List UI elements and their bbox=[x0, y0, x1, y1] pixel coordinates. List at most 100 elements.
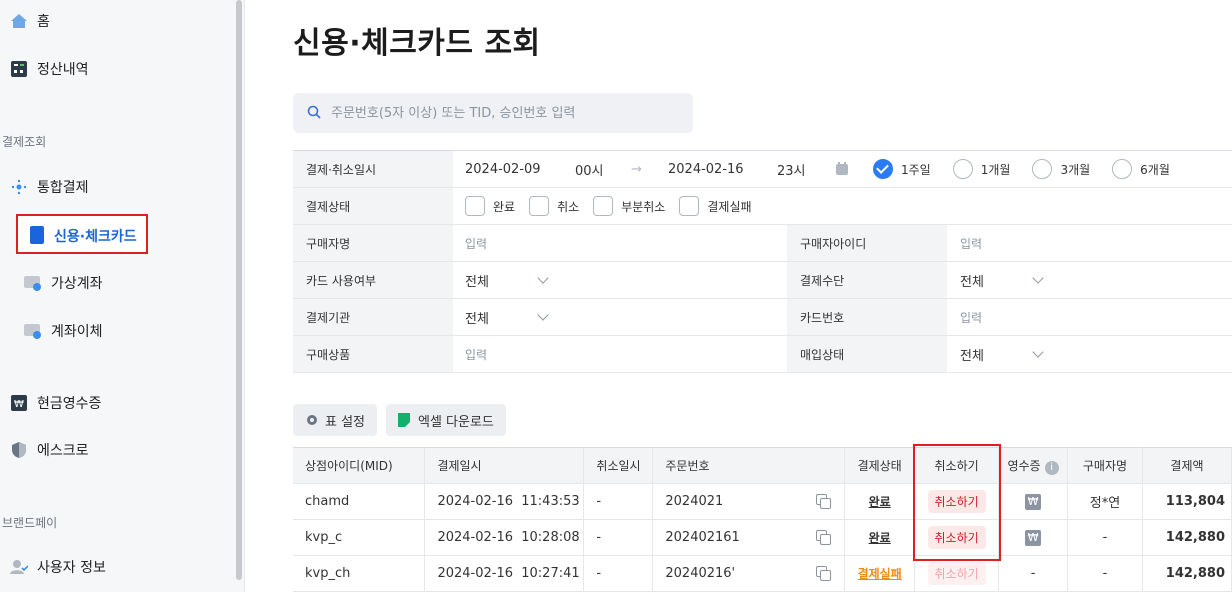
transfer-icon bbox=[24, 322, 42, 340]
cell-cancelled-at: - bbox=[583, 519, 654, 556]
start-date-field[interactable]: 2024-02-09 bbox=[465, 151, 541, 187]
receipt-icon[interactable]: ₩ bbox=[1025, 493, 1042, 510]
filter-label-payment-method: 결제수단 bbox=[787, 262, 947, 298]
filter-label-issuer: 결제기관 bbox=[293, 299, 453, 335]
calendar-icon[interactable] bbox=[835, 151, 849, 187]
chevron-down-icon bbox=[537, 272, 549, 284]
filter-row-issuer: 결제기관 전체 카드번호 입력 bbox=[293, 299, 1232, 336]
card-number-input[interactable]: 입력 bbox=[960, 299, 982, 335]
sidebar-item-cash-receipt[interactable]: ₩ 현금영수증 bbox=[10, 388, 101, 418]
cell-receipt: ₩ bbox=[998, 483, 1069, 520]
sidebar-item-home[interactable]: 홈 bbox=[10, 6, 50, 36]
col-header-paid-at[interactable]: 결제일시 bbox=[424, 447, 585, 484]
buyer-name-input[interactable]: 입력 bbox=[465, 225, 487, 261]
sidebar-item-label: 홈 bbox=[37, 14, 50, 30]
cell-paid-at: 2024-02-16 10:27:41 bbox=[424, 555, 585, 592]
cancel-button[interactable]: 취소하기 bbox=[927, 526, 986, 549]
sidebar-item-label: 통합결제 bbox=[37, 180, 89, 196]
virtual-account-icon bbox=[24, 274, 42, 292]
end-hour-select[interactable]: 23시 bbox=[777, 151, 806, 187]
range-radio-1month[interactable]: 1개월 bbox=[952, 159, 1010, 179]
status-link[interactable]: 완료 bbox=[869, 531, 891, 545]
table-row[interactable]: kvp_ch 2024-02-16 10:27:41 - 20240216' 결… bbox=[293, 555, 1232, 592]
col-header-cancel[interactable]: 취소하기 bbox=[914, 447, 1000, 484]
status-checkbox-cancel[interactable]: 취소 bbox=[529, 196, 579, 216]
range-radio-1week[interactable]: 1주일 bbox=[873, 159, 931, 179]
chevron-down-icon bbox=[1032, 346, 1044, 358]
copy-icon[interactable] bbox=[816, 494, 832, 509]
sidebar-item-label: 사용자 정보 bbox=[37, 560, 106, 576]
section-label-brandpay: 브랜드페이 bbox=[2, 516, 58, 530]
col-header-status[interactable]: 결제상태 bbox=[844, 447, 916, 484]
start-hour-select[interactable]: 00시 bbox=[575, 151, 604, 187]
purchase-status-select[interactable]: 전체 bbox=[960, 336, 1044, 372]
filter-label-card-number: 카드번호 bbox=[787, 299, 947, 335]
table-row[interactable]: chamd 2024-02-16 11:43:53 - 2024021 완료 취… bbox=[293, 483, 1232, 520]
col-header-mid[interactable]: 상점아이디(MID) bbox=[293, 447, 426, 484]
status-link[interactable]: 결제실패 bbox=[858, 567, 902, 581]
svg-text:₩: ₩ bbox=[14, 399, 24, 410]
cell-buyer: - bbox=[1067, 519, 1143, 556]
cell-receipt: - bbox=[998, 555, 1069, 592]
col-header-amount[interactable]: 결제액 bbox=[1142, 447, 1232, 484]
card-icon bbox=[30, 226, 44, 244]
sidebar-item-label: 에스크로 bbox=[37, 443, 89, 459]
cancel-button[interactable]: 취소하기 bbox=[927, 490, 986, 513]
copy-icon[interactable] bbox=[816, 530, 832, 545]
sidebar-item-card[interactable]: 신용·체크카드 bbox=[16, 214, 148, 254]
copy-icon[interactable] bbox=[816, 566, 832, 581]
sparkle-icon bbox=[10, 178, 28, 196]
cancel-button-disabled: 취소하기 bbox=[927, 562, 986, 585]
calculator-icon bbox=[10, 60, 28, 78]
end-date-field[interactable]: 2024-02-16 bbox=[668, 151, 744, 187]
product-input[interactable]: 입력 bbox=[465, 336, 487, 372]
search-icon bbox=[307, 104, 321, 123]
status-link[interactable]: 완료 bbox=[869, 495, 891, 509]
sidebar-item-escrow[interactable]: 에스크로 bbox=[10, 435, 89, 465]
range-radio-6month[interactable]: 6개월 bbox=[1112, 159, 1170, 179]
range-radio-3month[interactable]: 3개월 bbox=[1032, 159, 1090, 179]
receipt-icon: ₩ bbox=[10, 394, 28, 412]
filter-row-product: 구매상품 입력 매입상태 전체 bbox=[293, 336, 1232, 373]
sidebar-item-user-info[interactable]: 사용자 정보 bbox=[10, 552, 106, 582]
receipt-icon[interactable]: ₩ bbox=[1025, 529, 1042, 546]
sidebar-scrollbar[interactable] bbox=[236, 0, 242, 580]
range-options: 1주일 1개월 3개월 6개월 bbox=[873, 151, 1186, 187]
filter-label-buyer-name: 구매자명 bbox=[293, 225, 453, 261]
arrow-right-icon: → bbox=[631, 161, 642, 177]
cell-mid: chamd bbox=[293, 483, 426, 520]
sidebar-item-virtual-account[interactable]: 가상계좌 bbox=[24, 268, 103, 298]
shield-icon bbox=[10, 441, 28, 459]
search-box[interactable] bbox=[293, 93, 693, 133]
excel-download-button[interactable]: 엑셀 다운로드 bbox=[386, 404, 506, 436]
table-settings-button[interactable]: 표 설정 bbox=[293, 404, 378, 436]
card-use-select[interactable]: 전체 bbox=[465, 262, 549, 298]
filter-label-date: 결제·취소일시 bbox=[293, 151, 453, 187]
sidebar-item-settlement[interactable]: 정산내역 bbox=[10, 54, 89, 84]
payment-method-select[interactable]: 전체 bbox=[960, 262, 1044, 298]
issuer-select[interactable]: 전체 bbox=[465, 299, 549, 335]
col-header-cancelled-at[interactable]: 취소일시 bbox=[583, 447, 654, 484]
gear-icon bbox=[305, 413, 319, 427]
status-checkbox-partial-cancel[interactable]: 부분취소 bbox=[593, 196, 665, 216]
table-row[interactable]: kvp_c 2024-02-16 10:28:08 - 202402161 완료… bbox=[293, 519, 1232, 556]
user-icon bbox=[10, 558, 28, 576]
sidebar-item-transfer[interactable]: 계좌이체 bbox=[24, 316, 103, 346]
cell-cancelled-at: - bbox=[583, 555, 654, 592]
buyer-id-input[interactable]: 입력 bbox=[960, 225, 982, 261]
cell-cancel: 취소하기 bbox=[914, 519, 1000, 556]
col-header-buyer[interactable]: 구매자명 bbox=[1067, 447, 1143, 484]
col-header-receipt[interactable]: 영수증 i bbox=[998, 447, 1069, 484]
status-checkbox-failed[interactable]: 결제실패 bbox=[679, 196, 752, 216]
cell-mid: kvp_ch bbox=[293, 555, 426, 592]
cell-mid: kvp_c bbox=[293, 519, 426, 556]
search-input[interactable] bbox=[331, 105, 671, 121]
sidebar-item-label: 현금영수증 bbox=[37, 396, 102, 412]
col-header-order-no[interactable]: 주문번호 bbox=[652, 447, 846, 484]
sidebar-item-integrated[interactable]: 통합결제 bbox=[10, 172, 89, 202]
info-icon[interactable]: i bbox=[1044, 460, 1059, 475]
chevron-down-icon bbox=[537, 309, 549, 321]
status-checkbox-complete[interactable]: 완료 bbox=[465, 196, 515, 216]
filter-row-date: 결제·취소일시 2024-02-09 00시 → 2024-02-16 23시 … bbox=[293, 151, 1232, 188]
cell-order-no: 2024021 bbox=[652, 483, 846, 520]
